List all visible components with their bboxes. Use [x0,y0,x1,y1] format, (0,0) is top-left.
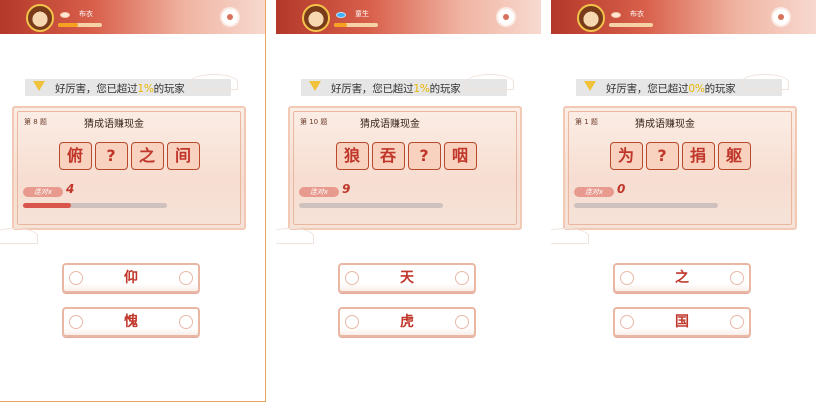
idiom-tiles: 为 ? 捐 躯 [565,142,795,170]
banner-suffix: 的玩家 [153,83,185,95]
xp-bar [58,23,102,27]
idiom-tile: 咽 [443,142,477,170]
streak-count: 4 [66,182,75,196]
streak-progress-fill [23,203,71,208]
eye-icon [60,12,70,18]
xp-bar [609,23,653,27]
cloud-decoration [741,74,789,90]
answer-char: 仰 [124,270,138,286]
banner-prefix: 好厉害，您已超过 [331,83,414,95]
trophy-icon [584,81,596,91]
question-card: 第 8 题 猜成语赚现金 俯 ? 之 间 连对x 4 [12,106,246,230]
trophy-icon [309,81,321,91]
trophy-icon [33,81,45,91]
cloud-decoration [190,74,238,90]
top-bar: 布衣 [551,0,816,34]
idiom-tile-blank: ? [645,142,679,170]
cloud-decoration [551,228,589,244]
idiom-tile: 狼 [335,142,369,170]
answer-option-1[interactable]: 仰 [62,263,200,293]
answer-option-1[interactable]: 天 [338,263,476,293]
avatar[interactable] [577,4,605,32]
swirl-icon [455,315,469,329]
rank-label: 童生 [355,10,369,18]
card-title: 猜成语赚现金 [360,119,420,130]
xp-bar-fill [58,23,78,27]
idiom-tile: 捐 [681,142,715,170]
answer-option-1[interactable]: 之 [613,263,751,293]
xp-bar [334,23,378,27]
banner-percent: 1% [137,83,154,95]
banner-suffix: 的玩家 [704,83,736,95]
streak-label: 连对x [299,187,339,197]
answer-option-2[interactable]: 虎 [338,307,476,337]
settings-icon[interactable] [498,9,514,25]
idiom-tile: 俯 [58,142,92,170]
answer-option-2[interactable]: 愧 [62,307,200,337]
answer-option-2[interactable]: 国 [613,307,751,337]
banner-percent: 0% [688,83,705,95]
avatar[interactable] [26,4,54,32]
idiom-tiles: 狼 吞 ? 咽 [306,142,506,170]
rank-label: 布衣 [79,10,93,18]
settings-icon[interactable] [773,9,789,25]
swirl-icon [730,271,744,285]
rank-label: 布衣 [630,10,644,18]
banner-prefix: 好厉害，您已超过 [606,83,689,95]
idiom-tile: 吞 [371,142,405,170]
cloud-decoration [0,228,38,244]
idiom-tile-blank: ? [407,142,441,170]
top-bar: 布衣 [0,0,265,34]
answer-char: 国 [675,314,689,330]
streak-label: 连对x [574,187,614,197]
banner-percent: 1% [413,83,430,95]
answer-char: 虎 [400,314,414,330]
game-screen-1: 布衣 好厉害，您已超过1%的玩家 第 8 题 猜成语赚现金 俯 ? 之 间 连对… [0,0,266,402]
idiom-tile: 为 [609,142,643,170]
eye-icon [611,12,621,18]
cloud-decoration [276,228,314,244]
streak-progress-bar [23,203,167,208]
card-title: 猜成语赚现金 [635,119,695,130]
swirl-icon [179,271,193,285]
question-number: 第 10 题 [300,118,328,126]
swirl-icon [730,315,744,329]
top-bar: 童生 [276,0,541,34]
idiom-tile: 之 [130,142,164,170]
settings-icon[interactable] [222,9,238,25]
question-card: 第 10 题 猜成语赚现金 狼 吞 ? 咽 连对x 9 [288,106,522,230]
swirl-icon [455,271,469,285]
streak-label: 连对x [23,187,63,197]
answer-char: 天 [400,270,414,286]
idiom-tile: 间 [166,142,200,170]
avatar[interactable] [302,4,330,32]
question-card: 第 1 题 猜成语赚现金 为 ? 捐 躯 连对x 0 [563,106,797,230]
answer-char: 之 [675,270,689,286]
eye-icon [336,12,346,18]
streak-count: 9 [342,182,351,196]
banner-suffix: 的玩家 [429,83,461,95]
banner-prefix: 好厉害，您已超过 [55,83,138,95]
cloud-decoration [466,74,514,90]
streak-progress-bar [299,203,443,208]
streak-progress-bar [574,203,718,208]
swirl-icon [179,315,193,329]
idiom-tile: 躯 [717,142,751,170]
game-screen-3: 布衣 好厉害，您已超过0%的玩家 第 1 题 猜成语赚现金 为 ? 捐 躯 连对… [551,0,816,402]
question-number: 第 1 题 [575,118,598,126]
card-title: 猜成语赚现金 [84,119,144,130]
game-screen-2: 童生 好厉害，您已超过1%的玩家 第 10 题 猜成语赚现金 狼 吞 ? 咽 连… [276,0,541,402]
idiom-tile-blank: ? [94,142,128,170]
idiom-tiles: 俯 ? 之 间 [14,142,244,170]
xp-bar-fill [334,23,348,27]
streak-count: 0 [617,182,626,196]
answer-char: 愧 [124,314,138,330]
question-number: 第 8 题 [24,118,47,126]
